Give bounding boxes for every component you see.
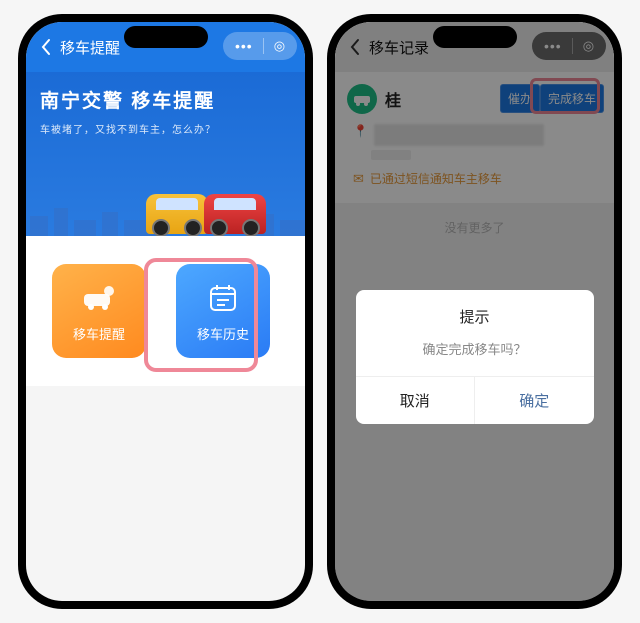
phone-left: 移车提醒 ••• ◎ 南宁交警 移车提醒 车被堵了，又找不到车主，怎么办？ 移车…: [18, 14, 313, 609]
car-red-icon: [204, 194, 266, 234]
phone-right: 移车记录 ••• ◎ 桂 催办 完成移车 📍: [327, 14, 622, 609]
hero-subtitle: 车被堵了，又找不到车主，怎么办？: [40, 121, 291, 136]
hero-title: 南宁交警 移车提醒: [40, 86, 291, 113]
dialog-message: 确定完成移车吗？: [356, 327, 594, 376]
mini-program-capsule[interactable]: ••• ◎: [223, 32, 297, 60]
tile-move-history[interactable]: 移车历史: [176, 264, 270, 358]
notch: [124, 26, 208, 48]
tile-move-reminder[interactable]: 移车提醒: [52, 264, 146, 358]
calendar-icon: [205, 280, 241, 316]
hero-banner: 南宁交警 移车提醒 车被堵了，又找不到车主，怎么办？: [26, 72, 305, 236]
tile-history-label: 移车历史: [197, 324, 249, 343]
ok-button[interactable]: 确定: [475, 377, 594, 424]
notch: [433, 26, 517, 48]
cancel-button[interactable]: 取消: [356, 377, 476, 424]
tile-reminder-label: 移车提醒: [73, 324, 125, 343]
back-icon[interactable]: [36, 38, 56, 56]
dialog-buttons: 取消 确定: [356, 376, 594, 424]
dialog-title: 提示: [356, 290, 594, 327]
close-target-icon[interactable]: ◎: [274, 38, 285, 54]
tile-grid: 移车提醒 移车历史: [26, 236, 305, 386]
modal-overlay: 提示 确定完成移车吗？ 取消 确定: [335, 22, 614, 601]
screen-left: 移车提醒 ••• ◎ 南宁交警 移车提醒 车被堵了，又找不到车主，怎么办？ 移车…: [26, 22, 305, 601]
nav-title-left: 移车提醒: [60, 37, 120, 58]
capsule-separator: [263, 38, 264, 54]
car-icon: [81, 280, 117, 316]
car-yellow-icon: [146, 194, 208, 234]
screen-right: 移车记录 ••• ◎ 桂 催办 完成移车 📍: [335, 22, 614, 601]
confirm-dialog: 提示 确定完成移车吗？ 取消 确定: [356, 290, 594, 424]
